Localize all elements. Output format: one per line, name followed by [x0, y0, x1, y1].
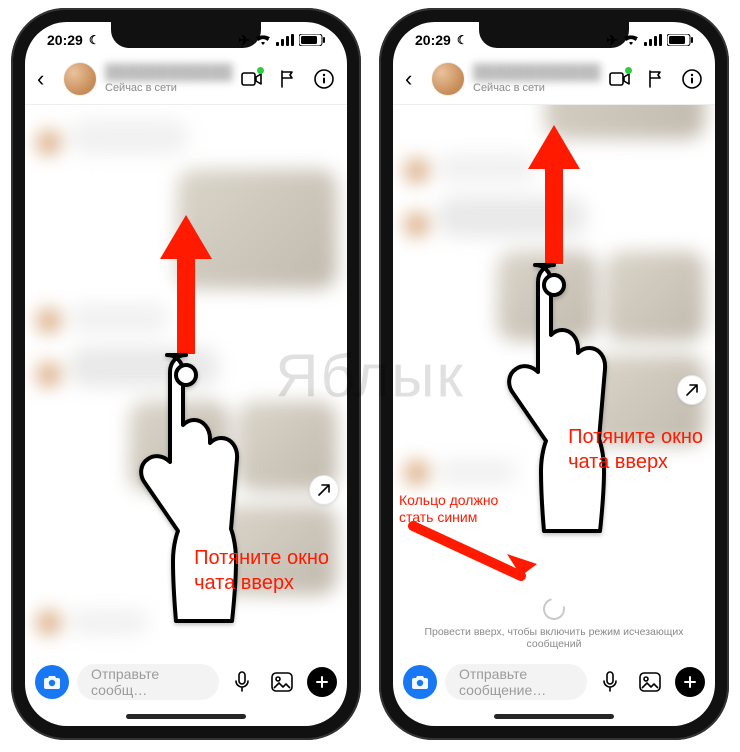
- message-placeholder: Отправьте сообщ…: [91, 666, 205, 698]
- chat-header: ‹ ████████████ Сейчас в сети: [25, 58, 347, 105]
- share-chip-icon[interactable]: [677, 375, 707, 405]
- home-indicator[interactable]: [126, 714, 246, 719]
- flag-button[interactable]: [645, 68, 667, 90]
- status-time: 20:29: [47, 32, 83, 48]
- phone-right: 20:29 ☾ ✈︎ ‹: [379, 8, 729, 740]
- sticker-plus-button[interactable]: [307, 667, 337, 697]
- share-chip-icon[interactable]: [309, 475, 339, 505]
- video-call-button[interactable]: [241, 68, 263, 90]
- loading-ring-icon: [539, 594, 569, 624]
- battery-icon: [299, 34, 325, 46]
- dnd-moon-icon: ☾: [457, 33, 468, 47]
- flag-button[interactable]: [277, 68, 299, 90]
- video-active-dot-icon: [257, 67, 264, 74]
- info-button[interactable]: [313, 68, 335, 90]
- message-input[interactable]: Отправьте сообщение…: [445, 664, 587, 700]
- gallery-button[interactable]: [267, 667, 297, 697]
- mic-button[interactable]: [227, 667, 257, 697]
- chat-username[interactable]: ████████████: [105, 64, 233, 81]
- signal-icon: [644, 34, 662, 46]
- vanishing-hint-block: Провести вверх, чтобы включить режим исч…: [393, 596, 715, 656]
- signal-icon: [276, 34, 294, 46]
- phone-left: 20:29 ☾ ✈︎ ‹: [11, 8, 361, 740]
- wifi-icon: [623, 34, 639, 46]
- vanishing-hint-text: Провести вверх, чтобы включить режим исч…: [403, 626, 705, 650]
- mic-button[interactable]: [595, 667, 625, 697]
- chat-avatar[interactable]: [63, 62, 97, 96]
- sticker-plus-button[interactable]: [675, 667, 705, 697]
- message-input[interactable]: Отправьте сообщ…: [77, 664, 219, 700]
- video-active-dot-icon: [625, 67, 632, 74]
- video-call-button[interactable]: [609, 68, 631, 90]
- chat-presence: Сейчас в сети: [473, 82, 601, 94]
- info-button[interactable]: [681, 68, 703, 90]
- back-button[interactable]: ‹: [37, 68, 55, 90]
- chat-avatar[interactable]: [431, 62, 465, 96]
- airplane-icon: ✈︎: [238, 32, 250, 49]
- gallery-button[interactable]: [635, 667, 665, 697]
- camera-button[interactable]: [403, 665, 437, 699]
- blurred-chat-content: [393, 105, 715, 596]
- chat-body[interactable]: Потяните окно чата вверх: [25, 105, 347, 656]
- status-bar: 20:29 ☾ ✈︎: [25, 22, 347, 58]
- chat-header: ‹ ████████████ Сейчас в сети: [393, 58, 715, 105]
- status-time: 20:29: [415, 32, 451, 48]
- message-placeholder: Отправьте сообщение…: [459, 666, 573, 698]
- airplane-icon: ✈︎: [606, 32, 618, 49]
- blurred-chat-content: [25, 105, 347, 656]
- camera-button[interactable]: [35, 665, 69, 699]
- status-bar: 20:29 ☾ ✈︎: [393, 22, 715, 58]
- wifi-icon: [255, 34, 271, 46]
- chat-username[interactable]: ████████████: [473, 64, 601, 81]
- chat-body[interactable]: Потяните окно чата вверх Кольцо должно с…: [393, 105, 715, 596]
- battery-icon: [667, 34, 693, 46]
- back-button[interactable]: ‹: [405, 68, 423, 90]
- home-indicator[interactable]: [494, 714, 614, 719]
- dnd-moon-icon: ☾: [89, 33, 100, 47]
- chat-presence: Сейчас в сети: [105, 82, 233, 94]
